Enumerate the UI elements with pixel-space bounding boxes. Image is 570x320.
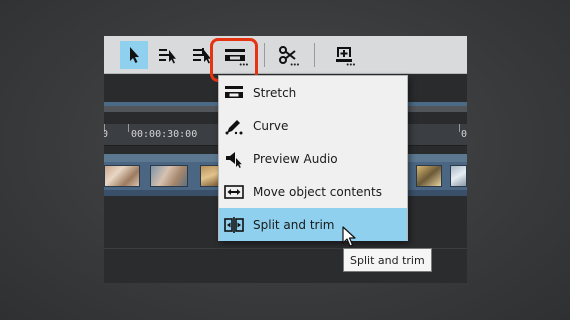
cut-tool-button[interactable]: ••• <box>274 41 302 69</box>
menu-item-label: Preview Audio <box>253 151 338 166</box>
menu-item-move-object-contents[interactable]: Move object contents <box>219 175 407 208</box>
video-clip-thumbnail[interactable] <box>416 165 442 187</box>
ruler-tick <box>128 124 129 132</box>
mouse-mode-dropdown-menu: Stretch Curve Preview Audio Move object … <box>218 75 408 241</box>
ruler-timecode: 0 <box>104 129 109 140</box>
ruler-timecode: 00:00:30:00 <box>131 129 198 140</box>
menu-item-split-and-trim[interactable]: Split and trim <box>219 208 407 241</box>
ruler-tick <box>459 124 460 132</box>
mouse-mode-toolbar: ••• ••• ••• <box>104 36 467 74</box>
mouse-cursor-icon <box>342 226 356 247</box>
toolbar-separator <box>264 43 265 67</box>
tooltip-text: Split and trim <box>350 253 425 267</box>
pointer-mode-button[interactable] <box>120 41 148 69</box>
insert-marker-button[interactable]: ••• <box>330 41 358 69</box>
pointer-icon <box>130 47 139 63</box>
menu-item-label: Split and trim <box>253 217 335 232</box>
menu-item-label: Stretch <box>253 85 297 100</box>
more-options-dots: ••• <box>345 61 356 69</box>
select-range-button[interactable] <box>154 41 182 69</box>
select-range-icon <box>159 49 176 64</box>
menu-item-label: Curve <box>253 118 289 133</box>
split-trim-icon <box>223 214 245 236</box>
speaker-icon <box>223 148 245 170</box>
menu-item-curve[interactable]: Curve <box>219 109 407 142</box>
video-clip-thumbnail[interactable] <box>150 165 188 187</box>
menu-item-preview-audio[interactable]: Preview Audio <box>219 142 407 175</box>
curve-pen-icon <box>223 115 245 137</box>
video-clip-thumbnail[interactable] <box>450 165 467 187</box>
ruler-timecode: 0 <box>461 129 467 140</box>
toolbar-separator <box>314 43 315 67</box>
video-clip-thumbnail[interactable] <box>104 165 140 187</box>
tooltip: Split and trim <box>343 248 432 272</box>
menu-item-stretch[interactable]: Stretch <box>219 76 407 109</box>
move-contents-icon <box>223 181 245 203</box>
video-clip-thumbnail[interactable] <box>200 165 220 187</box>
menu-item-label: Move object contents <box>253 184 382 199</box>
more-options-dots: ••• <box>289 61 300 69</box>
stretch-icon <box>223 82 245 104</box>
